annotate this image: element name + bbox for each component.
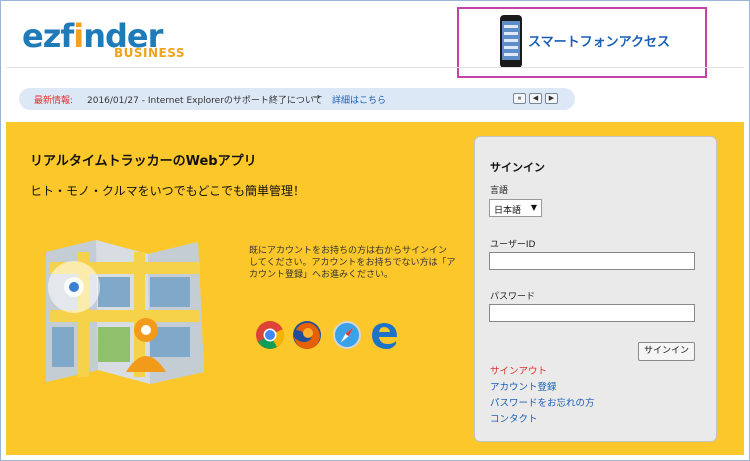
map-illustration [46,240,204,384]
signin-panel: サインイン 言語 日本語 ▼ ユーザーID パスワード サインイン サインアウト… [474,136,717,442]
password-input[interactable] [489,304,695,322]
user-id-label: ユーザーID [490,240,536,250]
news-label: 最新情報: [34,96,74,106]
header-divider [6,67,744,68]
news-details-link[interactable]: 詳細はこちら [332,93,386,106]
firefox-icon [293,321,321,349]
edge-icon [372,323,397,349]
app-title: リアルタイムトラッカーのWebアプリ [30,154,257,169]
pause-button[interactable]: ⏸ [513,93,526,104]
password-label: パスワード [490,292,536,302]
previous-button[interactable]: ◀ [529,93,542,104]
safari-icon [333,321,361,349]
language-select[interactable]: 日本語 ▼ [489,199,542,217]
forgot-password-link[interactable]: パスワードをお忘れの方 [490,395,595,409]
language-label: 言語 [490,186,509,196]
logo-business-label: BUSINESS [114,46,185,60]
chrome-icon [256,321,285,349]
smartphone-icon [500,15,522,68]
next-button[interactable]: ▶ [545,93,558,104]
chevron-down-icon: ▼ [530,203,537,212]
signin-title: サインイン [490,161,545,174]
language-value: 日本語 [494,206,522,216]
signout-link[interactable]: サインアウト [490,363,547,377]
register-account-link[interactable]: アカウント登録 [490,379,557,393]
app-subtitle: ヒト・モノ・クルマをいつでもどこでも簡単管理！ [30,184,306,198]
contact-link[interactable]: コンタクト [490,411,538,425]
user-id-input[interactable] [489,252,695,270]
account-instructions: 既にアカウントをお持ちの方は右からサインインしてください。アカウントをお持ちでな… [249,246,456,280]
news-ticker: 最新情報: 2016/01/27 - Internet Explorerのサポー… [19,88,575,110]
ezfinder-logo[interactable]: ezfinder BUSINESS [22,20,184,60]
signin-button[interactable]: サインイン [638,342,695,361]
news-headline[interactable]: 2016/01/27 - Internet Explorerのサポート終了につい… [87,93,323,106]
arrow-right-icon: → [312,92,321,103]
smartphone-access-link[interactable]: スマートフォンアクセス [528,31,670,50]
